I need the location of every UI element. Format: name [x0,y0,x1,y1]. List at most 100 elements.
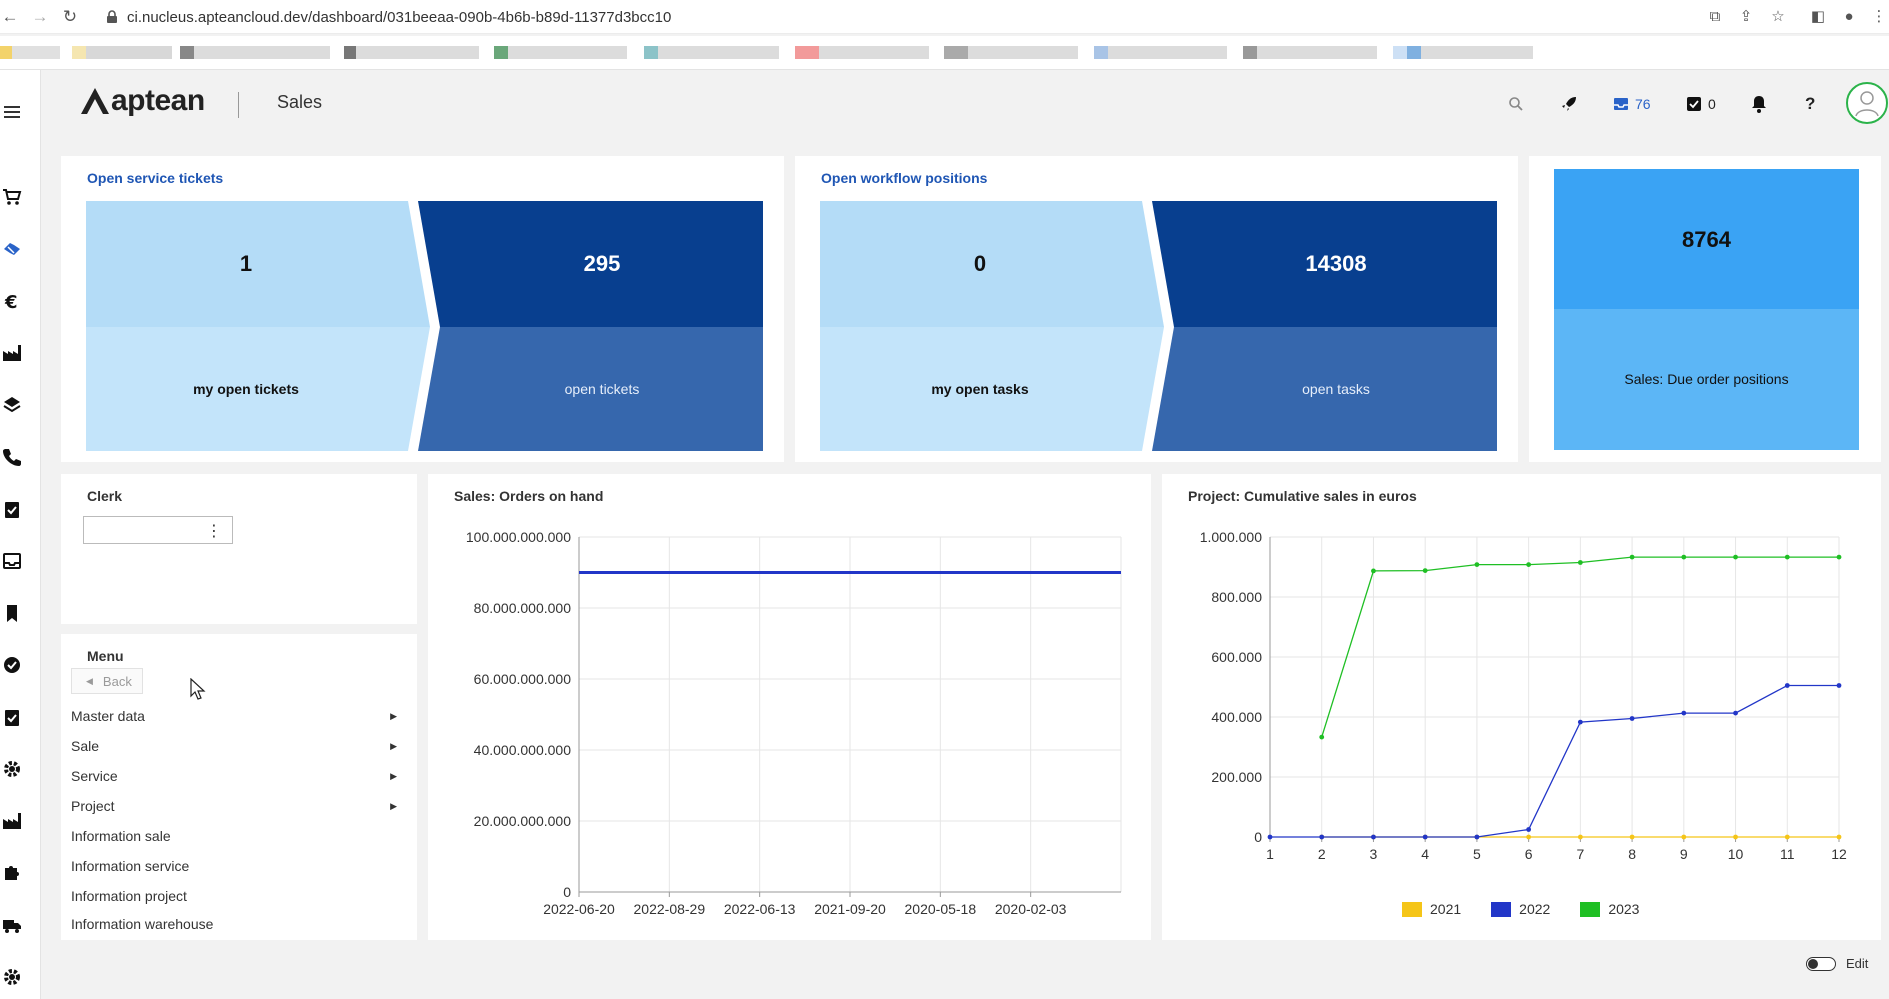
factory-settings-icon[interactable] [0,809,24,833]
bookmark-item[interactable] [0,46,60,59]
more-options-icon[interactable]: ⋮ [206,521,222,541]
share-icon[interactable]: ⇪ [1737,8,1755,26]
legend-item[interactable]: 2023 [1580,901,1639,917]
bookmark-item[interactable] [795,46,929,59]
menu-card: Menu ◀ Back Master data ▶ Sale ▶ Service… [61,634,417,940]
data-point[interactable] [1526,827,1532,832]
data-point[interactable] [1681,834,1687,840]
data-point[interactable] [1474,562,1480,567]
translate-icon[interactable]: ⧉ [1706,8,1724,26]
clipboard-check-icon[interactable] [0,497,24,521]
data-point[interactable] [1422,568,1428,573]
menu-item-information-project[interactable]: Information project [71,885,411,907]
data-point[interactable] [1629,716,1635,721]
data-point[interactable] [1681,554,1687,560]
back-button[interactable]: ◀ Back [71,668,143,694]
my-open-tasks-tile[interactable]: 0 my open tasks [820,201,1140,451]
data-point[interactable] [1577,560,1583,565]
reload-icon[interactable]: ↻ [60,7,80,27]
data-point[interactable] [1836,554,1842,560]
bookmark-item[interactable] [644,46,779,59]
tasks-notifications[interactable]: 0 [1686,94,1716,114]
star-icon[interactable]: ☆ [1769,8,1787,26]
layers-icon[interactable] [0,393,24,417]
open-tasks-tile[interactable]: 14308 open tasks [1175,201,1497,451]
data-point[interactable] [1422,834,1428,840]
menu-item-project[interactable]: Project ▶ [71,795,411,817]
edit-switch[interactable] [1806,956,1836,971]
menu-item-service[interactable]: Service ▶ [71,765,411,787]
data-point[interactable] [1371,568,1376,574]
open-tickets-tile[interactable]: 295 open tickets [441,201,763,451]
menu-item-information-sale[interactable]: Information sale [71,825,411,847]
shopping-cart-icon[interactable] [0,185,24,209]
data-point[interactable] [1267,834,1273,840]
data-point[interactable] [1681,710,1687,716]
truck-icon[interactable] [0,913,24,937]
inbox-icon[interactable] [0,549,24,573]
legend-item[interactable]: 2021 [1402,901,1461,917]
menu-item-information-warehouse[interactable]: Information warehouse [71,913,411,935]
data-point[interactable] [1836,834,1842,840]
puzzle-icon[interactable] [0,861,24,885]
data-point[interactable] [1577,719,1583,725]
address-bar[interactable]: ci.nucleus.apteancloud.dev/dashboard/031… [127,9,671,26]
avatar[interactable] [1846,82,1888,124]
bookmark-item[interactable] [72,46,172,59]
legend-item[interactable]: 2022 [1491,901,1550,917]
data-point[interactable] [1784,683,1790,688]
data-point[interactable] [1474,834,1480,840]
data-point[interactable] [1526,562,1532,567]
edit-toggle[interactable]: Edit [1806,956,1868,971]
due-orders-value-tile[interactable]: 8764 [1554,169,1859,309]
bookmark-item[interactable] [1393,46,1533,59]
help-icon[interactable]: ? [1805,94,1815,114]
bookmark-item[interactable] [180,46,330,59]
euro-icon[interactable]: € [0,289,24,313]
phone-icon[interactable] [0,445,24,469]
bookmark-item[interactable] [344,46,479,59]
back-arrow-icon[interactable]: ← [0,7,20,27]
menu-item-information-service[interactable]: Information service [71,855,411,877]
data-point[interactable] [1319,834,1325,840]
verified-badge-icon[interactable] [0,653,24,677]
data-point[interactable] [1733,834,1738,840]
admin-gear-icon[interactable] [0,965,24,989]
data-point[interactable] [1577,834,1583,840]
due-orders-label-tile[interactable]: Sales: Due order positions [1554,309,1859,450]
menu-item-master-data[interactable]: Master data ▶ [71,705,411,727]
hamburger-menu-icon[interactable] [0,100,24,124]
task-check-icon[interactable] [0,705,24,729]
legend-label: 2021 [1430,901,1462,917]
data-point[interactable] [1526,834,1532,840]
x-tick-label: 2022-08-29 [634,901,706,917]
side-panel-icon[interactable]: ◧ [1809,8,1827,26]
rocket-icon[interactable] [1560,94,1578,114]
data-point[interactable] [1319,734,1325,740]
inbox-notifications[interactable]: 76 [1613,94,1651,114]
menu-item-sale[interactable]: Sale ▶ [71,735,411,757]
bookmark-item[interactable] [1094,46,1227,59]
kebab-menu-icon[interactable]: ⋮ [1870,8,1888,26]
my-open-tickets-tile[interactable]: 1 my open tickets [86,201,406,451]
data-point[interactable] [1733,710,1738,716]
bell-icon[interactable] [1751,94,1767,114]
settings-gear-icon[interactable] [0,757,24,781]
data-point[interactable] [1784,834,1790,840]
data-point[interactable] [1836,683,1842,688]
handshake-icon[interactable] [0,237,24,261]
factory-icon[interactable] [0,341,24,365]
data-point[interactable] [1733,554,1738,560]
bookmark-item[interactable] [494,46,627,59]
bookmark-item[interactable] [1243,46,1377,59]
bookmark-item[interactable] [944,46,1078,59]
data-point[interactable] [1784,554,1790,560]
data-point[interactable] [1629,554,1635,560]
forward-arrow-icon[interactable]: → [30,7,50,27]
clerk-select[interactable]: ⋮ [83,516,233,544]
profile-icon[interactable]: ● [1840,8,1858,26]
search-icon[interactable] [1508,94,1524,114]
data-point[interactable] [1629,834,1635,840]
bookmark-icon[interactable] [0,601,24,625]
data-point[interactable] [1371,834,1376,840]
